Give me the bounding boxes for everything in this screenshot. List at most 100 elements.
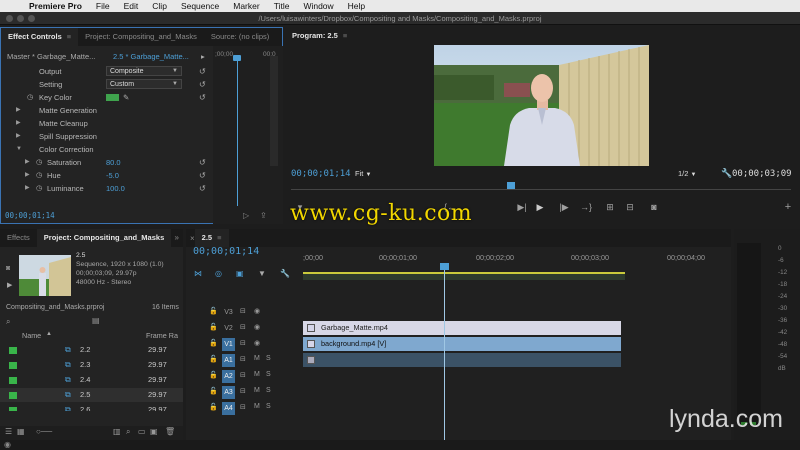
add-button-icon[interactable]: + [781,200,795,214]
expand-triangle-icon[interactable]: ▶ [16,117,21,130]
menu-app[interactable]: Premiere Pro [22,1,89,11]
tab-sequence-2-5[interactable]: 2.5 ≡ [194,229,229,247]
toggle-sync-icon[interactable]: ⊟ [240,307,246,315]
list-item[interactable]: ⧉ 2.2 29.97 [0,343,183,357]
timeline-playhead-line[interactable] [444,263,445,440]
sequence-clip-label[interactable]: 2.5 * Garbage_Matte... [113,50,189,63]
lock-icon[interactable]: 🔓 [209,371,218,379]
expand-arrow-icon[interactable]: ▸ [201,50,205,63]
solo-button[interactable]: S [266,355,271,362]
menu-title[interactable]: Title [267,1,297,11]
go-to-out-icon[interactable]: →} [579,200,593,214]
icon-view-icon[interactable]: ▦ [17,427,25,436]
lock-icon[interactable]: 🔓 [209,403,218,411]
project-search-input[interactable]: ⌕ ▤ [4,316,180,327]
panel-menu-icon[interactable]: ≡ [217,233,221,242]
toggle-sync-icon[interactable]: ⊟ [240,323,246,331]
track-name[interactable]: A2 [222,370,235,383]
tab-effect-controls[interactable]: Effect Controls ≡ [1,28,79,46]
expand-triangle-icon[interactable]: ▶ [25,169,30,182]
sort-up-icon[interactable]: ▲ [46,331,52,337]
menu-file[interactable]: File [89,1,117,11]
toggle-sync-icon[interactable]: ⊟ [240,387,246,395]
solo-button[interactable]: S [266,387,271,394]
wrench-icon[interactable]: 🔧 [721,168,732,179]
clip-background[interactable]: background.mp4 [V] [303,337,621,351]
add-marker-icon[interactable]: ▣ [236,269,244,278]
output-dropdown[interactable]: Composite ▼ [106,66,182,76]
expand-triangle-icon[interactable]: ▶ [16,104,21,117]
play-thumbnail-icon[interactable]: ▶ [7,281,12,289]
tab-program[interactable]: Program: 2.5 ≡ [285,27,355,45]
close-window-button[interactable] [6,15,13,22]
clip-garbage-matte[interactable]: Garbage_Matte.mp4 [303,321,621,335]
luminance-value[interactable]: 100.0 [106,182,125,195]
ec-footer-timecode[interactable]: 00;00;01;14 [5,211,55,220]
ec-playhead-handle[interactable] [233,55,241,61]
linked-selection-icon[interactable]: ◎ [215,269,222,278]
eye-icon[interactable]: ◉ [254,307,260,315]
menu-help[interactable]: Help [341,1,372,11]
eyedropper-icon[interactable]: ✎ [123,91,129,104]
track-name[interactable]: V3 [222,306,235,319]
list-item[interactable]: ⧉ 2.6 29.97 [0,403,183,411]
mute-button[interactable]: M [254,355,260,362]
program-video-frame[interactable] [434,45,649,166]
wrench-icon[interactable]: 🔧 [280,269,290,278]
timeline-playhead-handle[interactable] [440,263,449,270]
toggle-sync-icon[interactable]: ⊟ [240,371,246,379]
key-color-swatch[interactable] [106,94,119,101]
list-item[interactable]: ⧉ 2.3 29.97 [0,358,183,372]
extract-icon[interactable]: ⊟ [623,200,637,214]
stopwatch-icon[interactable]: ◷ [36,169,42,182]
minimize-window-button[interactable] [17,15,24,22]
ec-playhead-line[interactable] [237,56,238,206]
hue-value[interactable]: -5.0 [106,169,119,182]
reset-icon[interactable]: ↺ [199,169,206,182]
resolution-dropdown[interactable]: 1/2 ▼ [678,167,696,182]
tab-project[interactable]: Project: Compositing_and_Masks [78,28,204,46]
matte-generation-row[interactable]: ▶ Matte Generation [1,104,211,117]
list-view-icon[interactable]: ☰ [5,427,12,436]
zoom-fit-dropdown[interactable]: Fit ▼ [355,167,371,182]
tab-project-main[interactable]: Project: Compositing_and_Masks [36,229,172,247]
track-name[interactable]: A1 [222,354,235,367]
menu-edit[interactable]: Edit [117,1,146,11]
expand-triangle-icon[interactable]: ▶ [16,130,21,143]
lock-icon[interactable]: 🔓 [209,355,218,363]
new-bin-icon[interactable]: ▭ [138,427,146,436]
eye-icon[interactable]: ◉ [254,339,260,347]
stopwatch-icon[interactable]: ◷ [36,156,42,169]
tab-effects[interactable]: Effects [0,229,37,247]
col-name[interactable]: Name [22,331,41,340]
trash-icon[interactable]: 🗑 [165,427,175,436]
lock-icon[interactable]: 🔓 [209,323,218,331]
reset-icon[interactable]: ↺ [199,65,206,78]
tab-source[interactable]: Source: (no clips) [204,28,276,46]
lift-icon[interactable]: ⊞ [603,200,617,214]
snap-icon[interactable]: ⋈ [194,269,202,278]
find-icon[interactable]: ⌕ [126,427,130,437]
lock-icon[interactable]: 🔓 [209,339,218,347]
menu-sequence[interactable]: Sequence [174,1,226,11]
menu-window[interactable]: Window [296,1,340,11]
lock-icon[interactable]: 🔓 [209,307,218,315]
zoom-slider[interactable]: ○── [36,427,52,436]
list-item[interactable]: ⧉ 2.4 29.97 [0,373,183,387]
stopwatch-icon[interactable]: ◷ [36,182,42,195]
panel-menu-icon[interactable]: ≡ [67,32,71,41]
toggle-sync-icon[interactable]: ⊟ [240,355,246,363]
monitor-playhead[interactable] [507,182,515,189]
setting-dropdown[interactable]: Custom ▼ [106,79,182,89]
saturation-value[interactable]: 80.0 [106,156,121,169]
expand-triangle-icon[interactable]: ▶ [25,182,30,195]
track-name[interactable]: V1 [222,338,235,351]
timeline-current-timecode[interactable]: 00;00;01;14 [193,246,259,257]
col-frame-rate[interactable]: Frame Ra [146,331,178,340]
monitor-scrub-bar[interactable] [291,184,791,190]
window-controls[interactable] [6,15,35,22]
toggle-sync-icon[interactable]: ⊟ [240,339,246,347]
expand-triangle-icon[interactable]: ▶ [25,156,30,169]
export-icon[interactable]: ⇪ [260,211,267,220]
spill-suppression-row[interactable]: ▶ Spill Suppression [1,130,211,143]
